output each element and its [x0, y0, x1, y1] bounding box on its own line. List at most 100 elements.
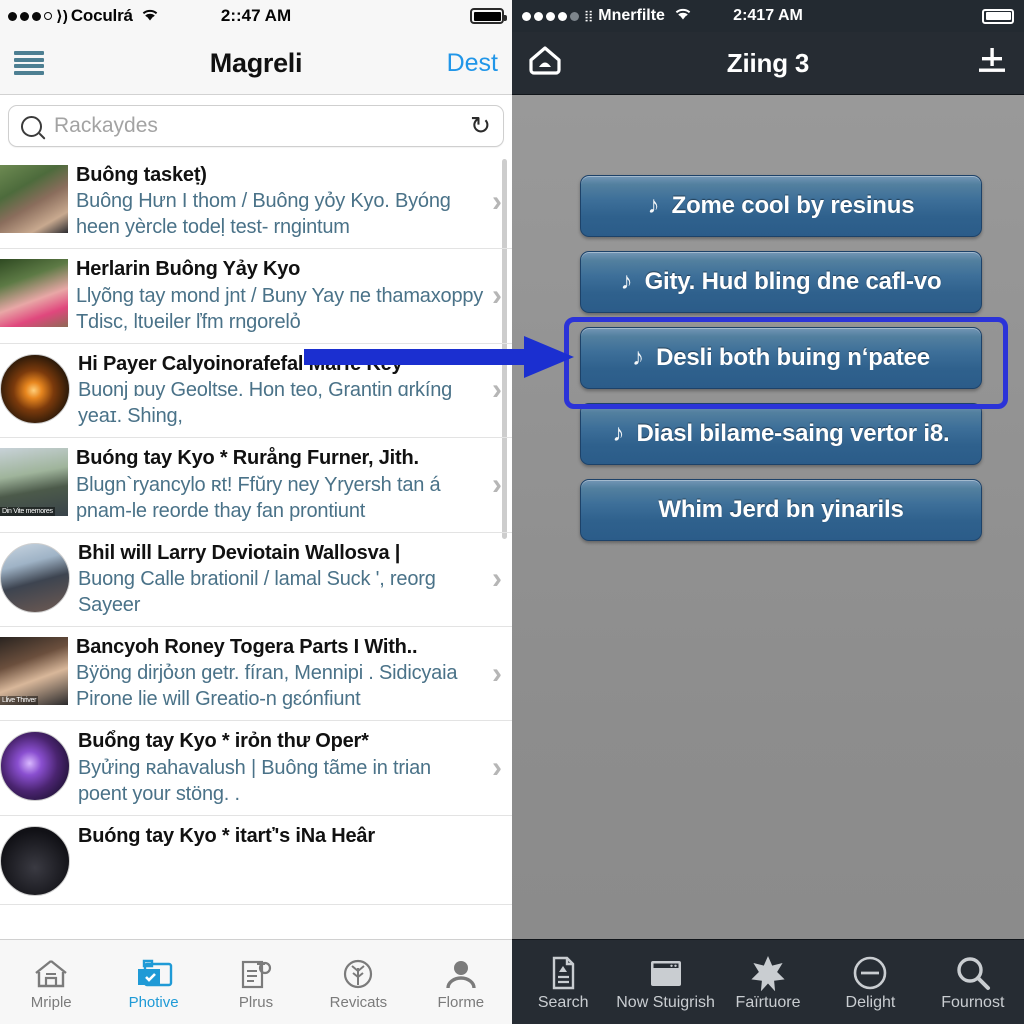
list-item-subtitle: Byửing ʀahavalush | Buông tãme in trian … [78, 756, 431, 805]
wifi-icon [140, 7, 160, 26]
dual-screenshot: ⟩) Coculrá 2::47 AM Magreli Dest Rackayd… [0, 0, 1024, 1024]
thumbnail-caption: Din Vite memores [0, 507, 55, 517]
list-item-text: Buóng tay Kyo * itarť's iNa Heâr [78, 824, 502, 849]
list-item[interactable]: Bhil will Larry Deviotain Wallosva | Buon… [0, 533, 512, 627]
list-item-title: Buổng tay Kyo * irỏn thư Oper* [78, 730, 369, 753]
list-item-title: Hi Payer Calyoinorafefal Marfe Key [78, 352, 403, 375]
page-title: Magreli [209, 47, 303, 78]
tab-revicats[interactable]: Revicats [307, 954, 409, 1011]
battery-full-icon [982, 8, 1014, 24]
media-button-content: ♪ Diasl bilame‑saing vertor i8. [581, 420, 981, 448]
signal-dots-icon [8, 11, 52, 21]
list-item-text: Hi Payer Calyoinorafefal Marfe Key Buonj … [78, 352, 488, 429]
media-button-content: Whim Jerd bn yinarils [581, 496, 981, 524]
list-item[interactable]: Din Vite memores Buóng tay Kyo * Rurång F… [0, 438, 512, 533]
home-pentagon-icon[interactable] [528, 45, 562, 81]
tab-photive[interactable]: Photive [102, 954, 204, 1011]
media-button-label: Desli both buing nʻpatee [656, 344, 930, 371]
list-item-title: Buông taskeṭ) [76, 164, 207, 186]
tab-delight[interactable]: Delight [819, 952, 921, 1012]
battery-full-icon [470, 8, 507, 24]
left-tab-bar[interactable]: Mriple Photive Plrus Revicats Florme [0, 939, 512, 1024]
tab-label: Plrus [238, 993, 274, 1011]
list-item-text: Bhil will Larry Deviotain Wallosva | Buon… [78, 541, 488, 618]
left-phone-screen: ⟩) Coculrá 2::47 AM Magreli Dest Rackayd… [0, 0, 512, 1024]
nav-action-button[interactable]: Dest [447, 49, 498, 78]
left-carrier-label: Coculrá [70, 6, 133, 25]
list-item-title: Herlarin Buông Yảy Kyo [76, 258, 301, 281]
list-item[interactable]: Llive Thriver Bancyoh Roney Togera Parts … [0, 627, 512, 722]
list-item-thumbnail [0, 542, 70, 613]
list-item-thumbnail [0, 353, 70, 424]
tab-label: Fournost [941, 994, 1005, 1011]
right-content-area: ♪ Zome cool by resinus ♪ Gity. Hud bling dn… [512, 95, 1024, 941]
right-nav-bar: Ziing 3 [512, 32, 1024, 95]
music-note-icon: ♪ [647, 192, 660, 219]
tab-faïrtuore[interactable]: Faïrtuore [717, 952, 819, 1012]
search-icon [21, 115, 42, 137]
list-item[interactable]: Buông taskeṭ) Buông Hưn I thom / Buông yỏ… [0, 155, 512, 250]
tab-plrus[interactable]: Plrus [205, 954, 307, 1011]
refresh-icon[interactable]: ↻ [470, 113, 491, 139]
list-item[interactable]: Hi Payer Calyoinorafefal Marfe Key Buonj … [0, 344, 512, 439]
chevron-right-icon: › [492, 279, 502, 313]
list-item[interactable]: Buóng tay Kyo * itarť's iNa Heâr [0, 816, 512, 905]
list-item-title: Buóng tay Kyo * Rurång Furner, Jith. [76, 447, 419, 470]
search-placeholder: Rackaydes [54, 114, 158, 137]
list-item-subtitle: Llyõng tay mond jnt / Buny Yay ᴨe thamax… [76, 284, 484, 333]
list-item-thumbnail: Llive Thriver [0, 636, 68, 705]
media-button-label: Gity. Hud bling dne cafl-vo [644, 268, 942, 295]
left-status-bar: ⟩) Coculrá 2::47 AM [0, 0, 512, 32]
media-button-label: Diasl bilame‑saing vertor i8. [636, 420, 950, 447]
list-item-title: Buóng tay Kyo * itarť's iNa Heâr [78, 824, 375, 847]
hamburger-menu-icon[interactable] [14, 51, 44, 75]
tab-fournost[interactable]: Fournost [922, 952, 1024, 1012]
result-list[interactable]: Buông taskeṭ) Buông Hưn I thom / Buông yỏ… [0, 155, 512, 943]
media-button[interactable]: Whim Jerd bn yinarils [580, 479, 982, 541]
right-phone-screen: ⦙⦙ Mnerfilte 2:417 AM Ziing 3 ♪ Zome coo… [512, 0, 1024, 1024]
tab-mriple[interactable]: Mriple [0, 954, 102, 1011]
media-button-content: ♪ Zome cool by resinus [581, 192, 981, 220]
tab-label: Faïrtuore [735, 994, 801, 1011]
media-button[interactable]: ♪ Desli both buing nʻpatee [580, 327, 982, 389]
list-item-subtitle: Bÿöng dirjỏʊn getr. fíran, Mennipi . Sid… [76, 662, 458, 711]
chevron-right-icon: › [492, 562, 502, 596]
right-page-title: Ziing 3 [726, 47, 810, 78]
right-clock: 2:417 AM [733, 7, 803, 24]
tab-label: Mriple [30, 993, 72, 1011]
media-button[interactable]: ♪ Zome cool by resinus [580, 175, 982, 237]
document-search-icon [512, 952, 614, 994]
list-item-thumbnail [0, 731, 70, 802]
list-item-thumbnail [0, 165, 68, 233]
list-item-thumbnail [0, 825, 70, 896]
list-item-subtitle: Blugn`ryancylo ʀt! Ffŭry ney Yryersh tan… [76, 473, 441, 522]
list-item-text: Buóng tay Kyo * Rurång Furner, Jith. Blug… [76, 446, 488, 523]
list-item-subtitle: Buông Hưn I thom / Buông yỏy Kyo. Byóng … [76, 190, 451, 239]
tab-label: Revicats [329, 993, 388, 1011]
media-button[interactable]: ♪ Diasl bilame‑saing vertor i8. [580, 403, 982, 465]
search-input[interactable]: Rackaydes ↻ [8, 105, 504, 147]
thumbnail-caption: Llive Thriver [0, 695, 39, 705]
list-item[interactable]: Buổng tay Kyo * irỏn thư Oper* Byửing ʀah… [0, 721, 512, 816]
tab-label: Now Stuigrish [616, 994, 715, 1011]
star-icon [717, 952, 819, 994]
minus-circle-icon [819, 952, 921, 994]
music-note-icon: ♪ [612, 420, 625, 447]
tab-search[interactable]: Search [512, 952, 614, 1012]
media-button-list[interactable]: ♪ Zome cool by resinus ♪ Gity. Hud bling dn… [580, 175, 982, 555]
document-icon [205, 954, 307, 994]
music-note-icon: ♪ [632, 344, 645, 371]
tab-label: Search [537, 994, 589, 1011]
person-icon [410, 954, 512, 994]
list-item-text: Buổng tay Kyo * irỏn thư Oper* Byửing ʀah… [78, 729, 488, 806]
list-item[interactable]: Herlarin Buông Yảy Kyo Llyõng tay mond jn… [0, 249, 512, 344]
media-button-label: Zome cool by resinus [671, 192, 915, 219]
tab-now-stuigrish[interactable]: Now Stuigrish [614, 952, 716, 1012]
tab-florme[interactable]: Florme [410, 954, 512, 1011]
add-plus-line-icon[interactable] [976, 45, 1008, 81]
list-item-text: Bancyoh Roney Togera Parts I With.. Bÿöng… [76, 635, 488, 712]
chevron-right-icon: › [492, 751, 502, 785]
media-button[interactable]: ♪ Gity. Hud bling dne cafl-vo [580, 251, 982, 313]
cellular-arc-icon: ⟩) [56, 7, 68, 25]
right-tab-bar[interactable]: Search Now Stuigrish Faïrtuore Delight Fourn… [512, 939, 1024, 1024]
